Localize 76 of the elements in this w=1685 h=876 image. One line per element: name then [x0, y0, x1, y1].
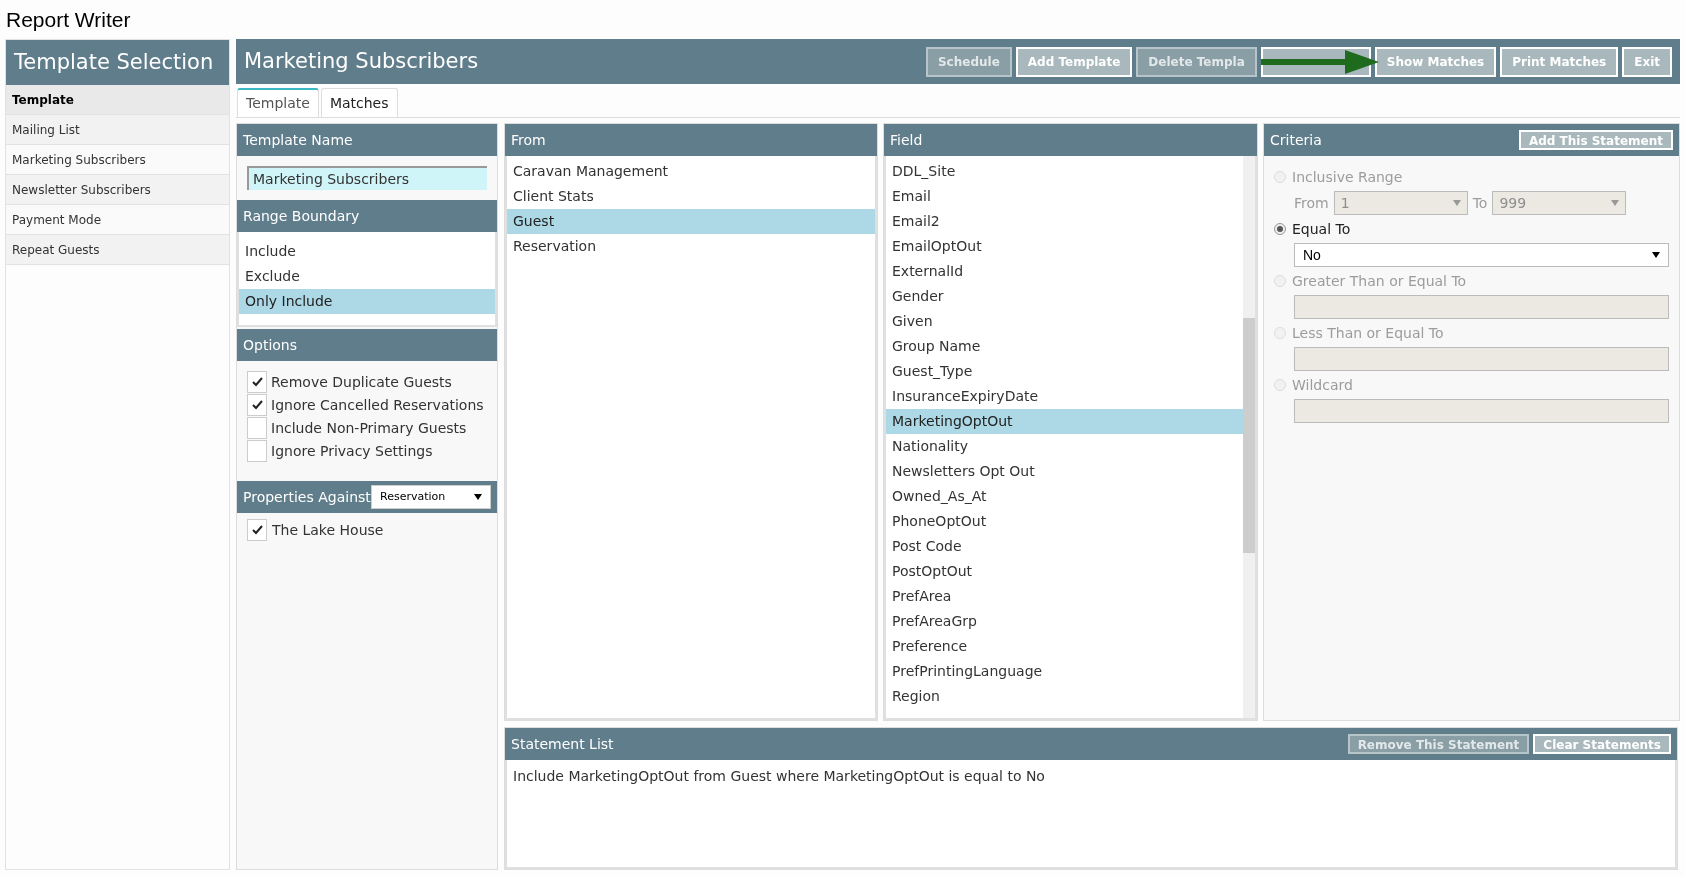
panel-title: Criteria — [1270, 130, 1322, 150]
list-option[interactable]: Caravan Management — [507, 159, 875, 184]
list-option[interactable]: Exclude — [239, 264, 495, 289]
list-option[interactable]: Client Stats — [507, 184, 875, 209]
dropdown-arrow-icon — [1611, 200, 1620, 206]
list-option[interactable]: MarketingOptOut — [886, 409, 1243, 434]
from-label: From — [1294, 193, 1329, 213]
sidebar-item[interactable]: Newsletter Subscribers — [6, 175, 229, 205]
app-title: Report Writer — [6, 6, 131, 33]
panel-title: Options — [243, 335, 298, 355]
list-option[interactable]: ExternalId — [886, 259, 1243, 284]
panel-title: Range Boundary — [243, 206, 360, 226]
list-option[interactable]: PrefPrintingLanguage — [886, 659, 1243, 684]
list-option[interactable]: PostOptOut — [886, 559, 1243, 584]
option-label: Include Non-Primary Guests — [271, 418, 467, 438]
tab[interactable]: Template — [237, 88, 319, 117]
checkmark-icon — [251, 525, 263, 535]
list-option[interactable]: PhoneOptOut — [886, 509, 1243, 534]
statement-text: Include MarketingOptOut from Guest where MarketingOptOut is equal to No — [513, 767, 1046, 786]
list-option[interactable]: Guest_Type — [886, 359, 1243, 384]
list-option[interactable]: Nationality — [886, 434, 1243, 459]
list-option[interactable]: EmailOptOut — [886, 234, 1243, 259]
list-option[interactable]: Post Code — [886, 534, 1243, 559]
checkbox[interactable] — [247, 394, 267, 416]
panel-title: Template Name — [243, 130, 353, 150]
to-label: To — [1472, 193, 1488, 213]
panel-title: Properties Against — [243, 487, 371, 507]
list-option[interactable]: Only Include — [239, 289, 495, 314]
list-option[interactable]: PrefAreaGrp — [886, 609, 1243, 634]
properties-select[interactable]: Reservation — [371, 485, 491, 509]
list-option[interactable]: Email2 — [886, 209, 1243, 234]
list-option[interactable]: DDL_Site — [886, 159, 1243, 184]
condition-label: Greater Than or Equal To — [1292, 271, 1467, 291]
property-label: The Lake House — [272, 520, 384, 540]
sidebar-item[interactable]: Template — [6, 85, 229, 115]
list-option[interactable]: Gender — [886, 284, 1243, 309]
dropdown-arrow-icon — [1452, 200, 1461, 206]
list-option[interactable]: InsuranceExpiryDate — [886, 384, 1243, 409]
panel-title: Statement List — [511, 734, 614, 754]
option-label: Ignore Privacy Settings — [271, 441, 433, 461]
radio-button[interactable] — [1274, 223, 1286, 235]
condition-label: Wildcard — [1292, 375, 1353, 395]
condition-label: Equal To — [1292, 219, 1351, 239]
checkbox[interactable] — [247, 519, 267, 541]
list-option[interactable]: Reservation — [507, 234, 875, 259]
list-option[interactable]: Owned_As_At — [886, 484, 1243, 509]
panel-title: From — [511, 130, 546, 150]
checkmark-icon — [251, 400, 263, 410]
dropdown-arrow-icon — [1652, 252, 1660, 258]
list-option[interactable]: Include — [239, 239, 495, 264]
list-option[interactable]: Newsletters Opt Out — [886, 459, 1243, 484]
option-label: Ignore Cancelled Reservations — [271, 395, 484, 415]
list-option[interactable]: PrefArea — [886, 584, 1243, 609]
condition-label: Less Than or Equal To — [1292, 323, 1444, 343]
checkbox[interactable] — [247, 371, 267, 393]
checkbox[interactable] — [247, 440, 267, 462]
sidebar-item[interactable]: Repeat Guests — [6, 235, 229, 265]
list-option[interactable]: Given — [886, 309, 1243, 334]
dropdown-arrow-icon — [474, 494, 482, 500]
sidebar-item[interactable]: Mailing List — [6, 115, 229, 145]
scrollbar[interactable] — [1243, 156, 1255, 718]
checkbox[interactable] — [247, 417, 267, 439]
list-option[interactable]: Preference — [886, 634, 1243, 659]
template-name-field[interactable]: Marketing Subscribers — [247, 166, 487, 190]
list-option[interactable]: Region — [886, 684, 1243, 709]
list-option[interactable]: Guest — [507, 209, 875, 234]
sidebar-title: Template Selection — [14, 48, 214, 76]
panel-title: Field — [890, 130, 923, 150]
tab[interactable]: Matches — [320, 88, 398, 117]
option-label: Remove Duplicate Guests — [271, 372, 452, 392]
main-title: Marketing Subscribers — [244, 47, 479, 75]
list-option[interactable]: Email — [886, 184, 1243, 209]
value-select[interactable]: No — [1294, 243, 1669, 267]
list-option[interactable]: Group Name — [886, 334, 1243, 359]
checkmark-icon — [251, 377, 263, 387]
condition-label: Inclusive Range — [1292, 167, 1403, 187]
